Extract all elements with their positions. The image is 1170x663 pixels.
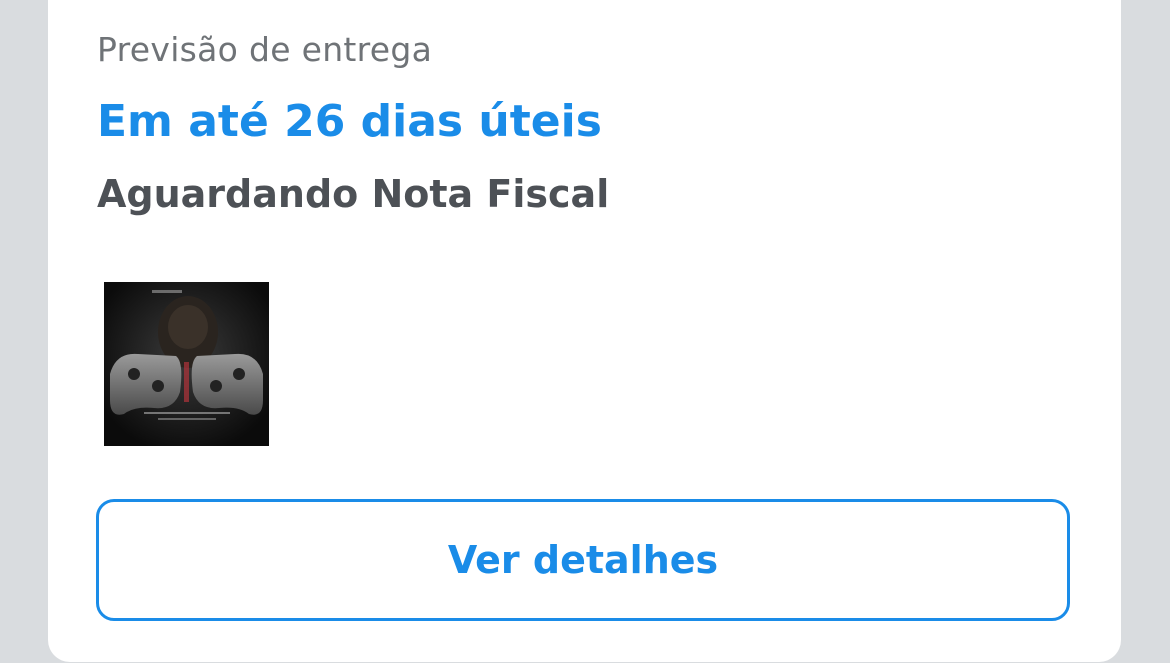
view-details-button[interactable]: Ver detalhes (96, 499, 1070, 621)
delivery-label: Previsão de entrega (97, 30, 433, 69)
view-details-label: Ver detalhes (447, 538, 719, 582)
product-thumbnail[interactable] (104, 282, 269, 446)
controller-product-image (104, 282, 269, 446)
order-status: Aguardando Nota Fiscal (97, 172, 610, 216)
delivery-estimate: Em até 26 dias úteis (97, 96, 602, 147)
